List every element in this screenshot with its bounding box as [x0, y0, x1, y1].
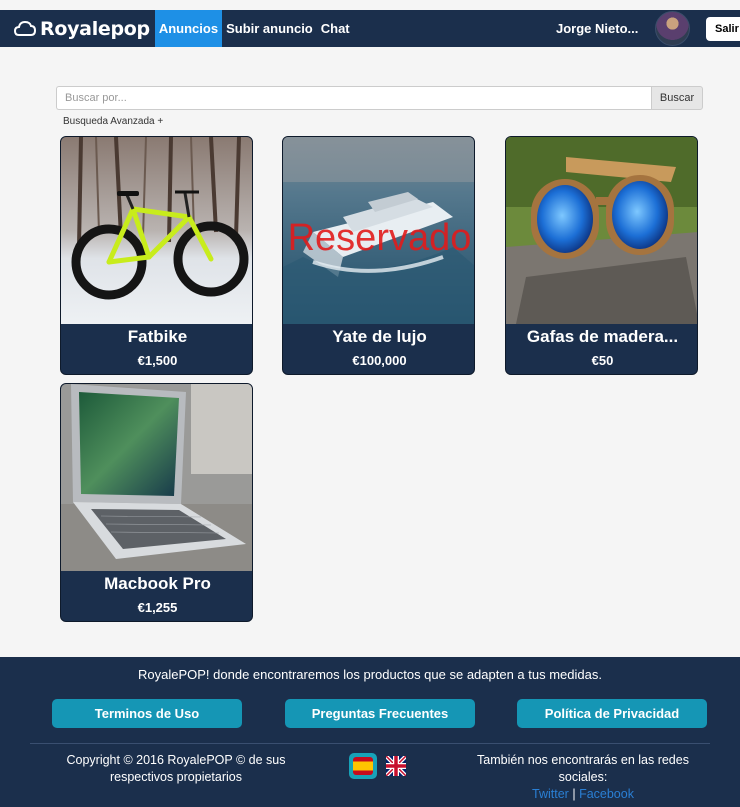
copyright-text: Copyright © 2016 RoyalePOP © de sus resp…	[66, 753, 286, 784]
search-bar: Buscar	[56, 86, 703, 110]
product-card[interactable]: Macbook Pro €1,255	[60, 383, 253, 622]
product-price: €1,255	[137, 600, 178, 615]
bike-photo	[61, 137, 252, 324]
faq-button[interactable]: Preguntas Frecuentes	[285, 699, 475, 728]
social-separator: |	[572, 787, 576, 801]
product-price: €100,000	[352, 353, 407, 368]
product-card[interactable]: Reservado Yate de lujo €100,000	[282, 136, 475, 375]
facebook-link[interactable]: Facebook	[579, 787, 634, 801]
laptop-photo	[61, 384, 252, 571]
brand-logo[interactable]: Royalepop	[14, 10, 150, 47]
cloud-icon	[14, 20, 36, 36]
product-title: Fatbike	[127, 327, 188, 346]
nav-subir-anuncio[interactable]: Subir anuncio	[222, 10, 317, 47]
product-title: Yate de lujo	[332, 327, 427, 346]
brand-name: Royalepop	[40, 17, 150, 40]
search-button[interactable]: Buscar	[651, 86, 703, 110]
footer: RoyalePOP! donde encontraremos los produ…	[0, 657, 740, 807]
product-title: Gafas de madera...	[526, 327, 679, 346]
product-price: €50	[591, 353, 614, 368]
twitter-link[interactable]: Twitter	[532, 787, 569, 801]
reserved-overlay: Reservado	[287, 217, 472, 259]
nav-chat[interactable]: Chat	[317, 10, 354, 47]
product-title: Macbook Pro	[104, 574, 211, 593]
avatar[interactable]	[655, 11, 690, 46]
sunglasses-photo	[506, 137, 697, 324]
footer-tagline: RoyalePOP! donde encontraremos los produ…	[138, 667, 602, 682]
nav-anuncios[interactable]: Anuncios	[154, 10, 223, 47]
user-name[interactable]: Jorge Nieto...	[556, 10, 638, 47]
social-text: También nos encontrarás en las redes soc…	[477, 753, 689, 784]
top-navbar: Royalepop Anuncios Subir anuncio Chat Jo…	[0, 10, 740, 47]
product-card[interactable]: Fatbike €1,500	[60, 136, 253, 375]
terms-button[interactable]: Terminos de Uso	[52, 699, 242, 728]
social-section: También nos encontrarás en las redes soc…	[463, 752, 703, 803]
product-price: €1,500	[137, 353, 178, 368]
logout-button[interactable]: Salir	[706, 17, 740, 41]
search-input[interactable]	[56, 86, 651, 110]
privacy-button[interactable]: Política de Privacidad	[517, 699, 707, 728]
advanced-search-link[interactable]: Busqueda Avanzada +	[63, 116, 163, 127]
product-card[interactable]: Gafas de madera... €50	[505, 136, 698, 375]
es-flag-icon[interactable]	[349, 753, 377, 779]
uk-flag-icon[interactable]	[386, 756, 406, 776]
footer-divider	[30, 743, 710, 744]
